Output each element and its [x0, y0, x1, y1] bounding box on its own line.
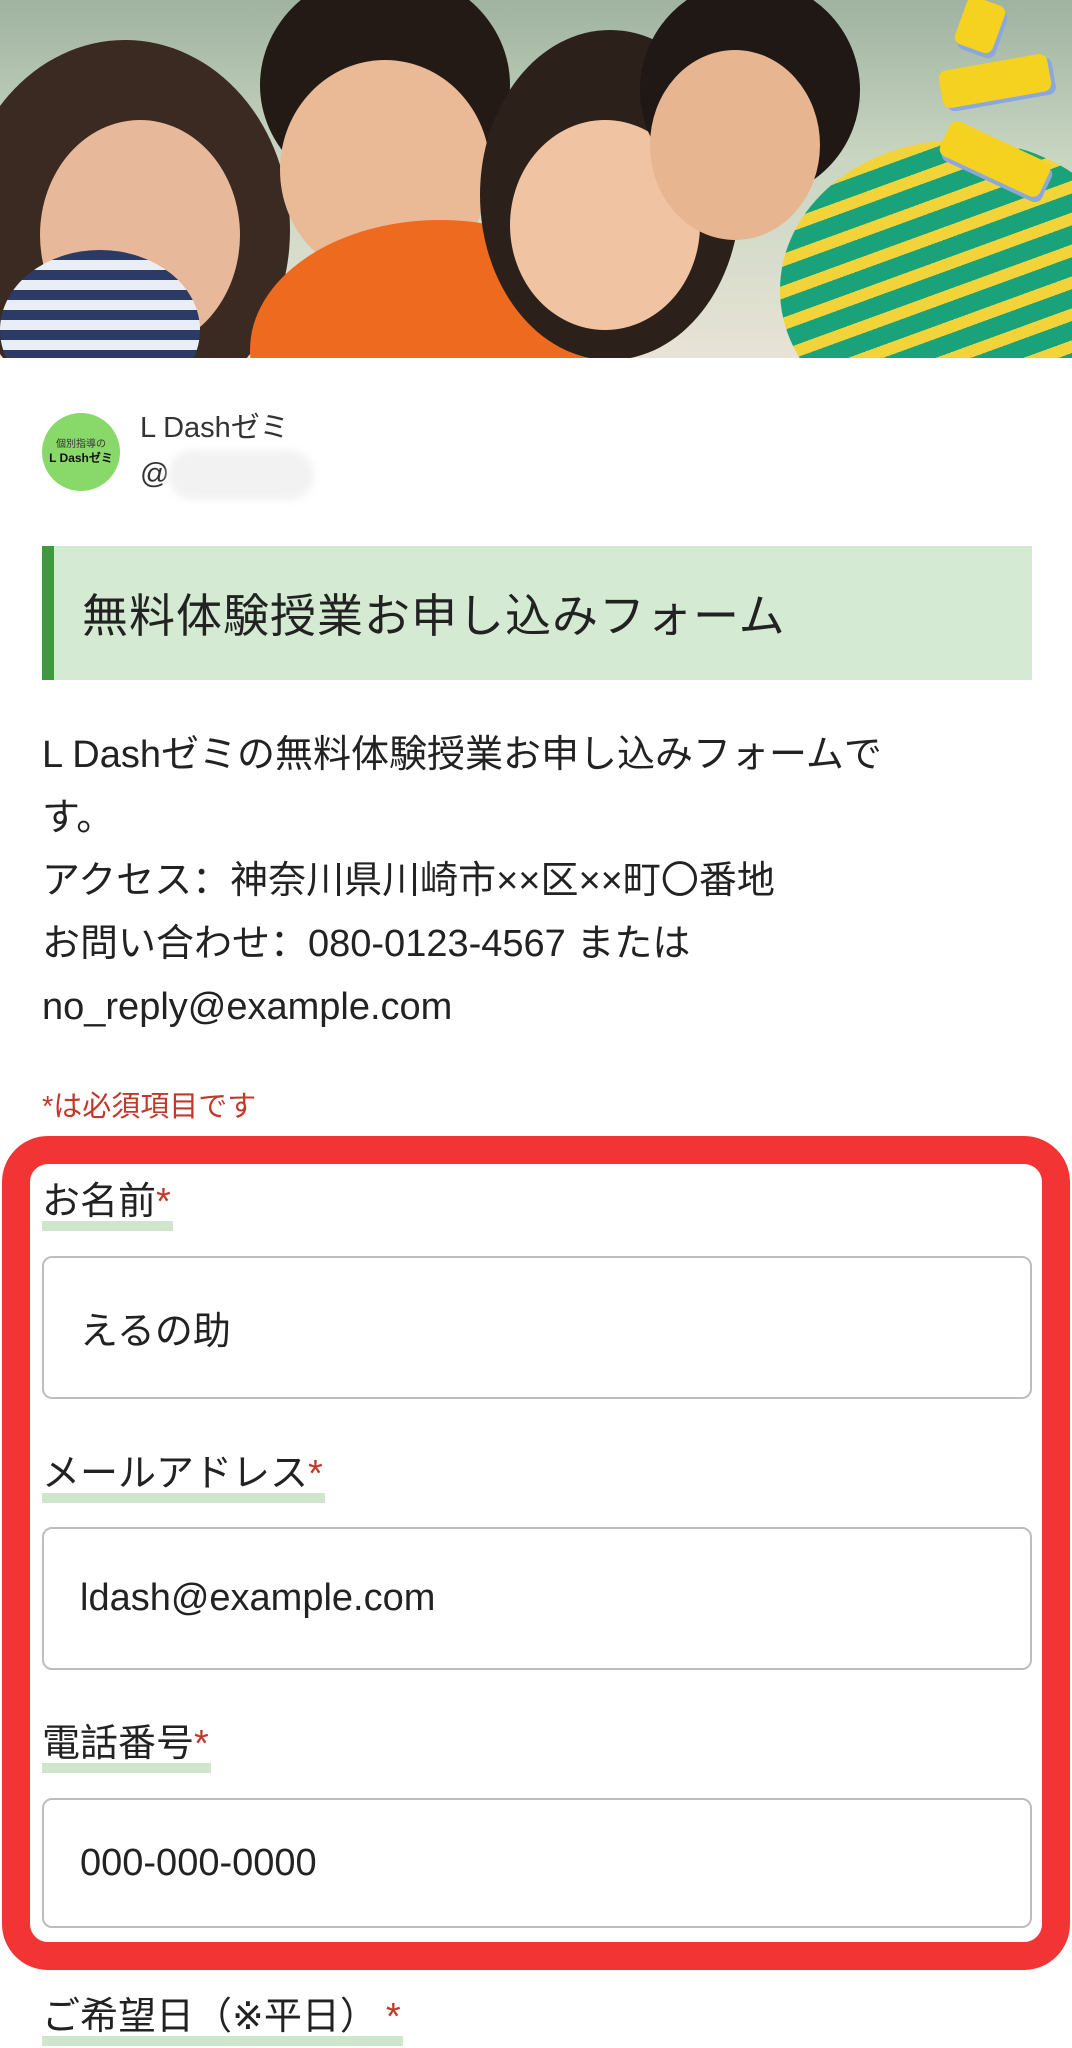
- name-label: お名前*: [42, 1170, 173, 1231]
- email-input-value: ldash@example.com: [80, 1577, 436, 1619]
- hero-image: [0, 0, 1072, 358]
- email-input[interactable]: ldash@example.com: [42, 1527, 1032, 1670]
- description-line: お問い合わせ：080-0123-4567 または: [42, 923, 691, 965]
- account-avatar[interactable]: 個別指導の L Dashゼミ: [42, 413, 120, 491]
- form-title-block: 無料体験授業お申し込みフォーム: [42, 546, 1032, 680]
- handle-redaction: [168, 450, 314, 500]
- phone-input[interactable]: 000-000-0000: [42, 1798, 1032, 1928]
- email-label: メールアドレス*: [42, 1442, 325, 1503]
- name-input[interactable]: えるの助: [42, 1256, 1032, 1399]
- phone-input-value: 000-000-0000: [80, 1841, 317, 1884]
- avatar-subtitle: 個別指導の: [56, 439, 106, 450]
- required-asterisk: *: [194, 1723, 209, 1765]
- required-asterisk: *: [156, 1181, 171, 1223]
- name-input-value: えるの助: [80, 1311, 231, 1353]
- form-title: 無料体験授業お申し込みフォーム: [82, 590, 786, 642]
- required-asterisk: *: [308, 1453, 323, 1495]
- phone-label: 電話番号*: [42, 1712, 211, 1773]
- required-asterisk: *: [385, 1996, 401, 2038]
- preferred-date-label-text: ご希望日（※平日）: [42, 1996, 378, 2038]
- phone-label-text: 電話番号: [42, 1723, 195, 1765]
- account-name: L Dashゼミ: [140, 412, 289, 444]
- description-line: L Dashゼミの無料体験授業お申し込みフォームで: [42, 734, 882, 776]
- required-note: *は必須項目です: [42, 1091, 257, 1123]
- description-line: す。: [42, 797, 115, 839]
- description-line: アクセス：神奈川県川崎市××区××町〇番地: [42, 860, 775, 902]
- description-line: no_reply@example.com: [42, 986, 453, 1028]
- email-label-text: メールアドレス: [42, 1453, 309, 1495]
- preferred-date-label: ご希望日（※平日） *: [42, 1985, 403, 2046]
- form-description: L Dashゼミの無料体験授業お申し込みフォームで す。 アクセス：神奈川県川崎…: [42, 724, 1032, 1039]
- avatar-logo-text: L Dashゼミ: [49, 451, 113, 465]
- name-label-text: お名前: [42, 1181, 157, 1223]
- account-handle: @: [140, 458, 170, 490]
